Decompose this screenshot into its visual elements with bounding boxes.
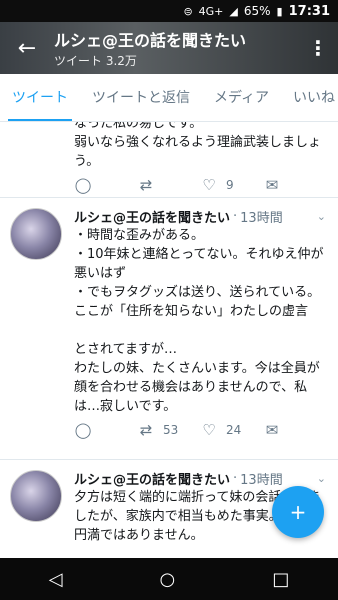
recents-square-icon[interactable]: □ [272, 569, 289, 590]
settings-icon: ⊜ [183, 4, 193, 18]
tweet-text: ・時間な歪みがある。 ・10年妹と連絡とってない。それゆえ仲が悪いはず ・でもヲ… [74, 228, 324, 414]
tab-media[interactable]: メディア [202, 74, 281, 121]
battery-percent: 65% [243, 4, 271, 18]
page-title: ルシェ@王の話を聞きたい [54, 31, 247, 50]
separator-dot: · [233, 470, 238, 486]
mail-icon: ✉ [265, 421, 279, 439]
feather-plus-icon: + [289, 500, 307, 524]
tab-tweets-and-replies[interactable]: ツイートと返信 [80, 74, 202, 121]
tweet-count: ツイート 3.2万 [54, 54, 137, 68]
like-count: 9 [226, 178, 234, 192]
retweet-count: 53 [163, 423, 179, 437]
tweet-actions: ◯ ⇄ ♡ 9 ✉ [74, 171, 326, 199]
tab-likes[interactable]: いいね [281, 74, 338, 121]
signal-icon: ◢ [229, 4, 238, 18]
tweet-header: ルシェ@王の話を聞きたい · 13時間 ⌄ [74, 468, 326, 488]
battery-icon: ▮ [276, 4, 283, 18]
heart-icon: ♡ [202, 176, 216, 194]
tweet-time: 13時間 [240, 472, 283, 488]
like-button[interactable]: ♡ 24 [200, 421, 263, 439]
back-triangle-icon[interactable]: ◁ [49, 569, 63, 590]
profile-tabs: ツイート ツイートと返信 メディア いいね [0, 74, 338, 122]
retweet-button[interactable]: ⇄ [137, 176, 200, 194]
mail-icon: ✉ [265, 176, 279, 194]
tweet-time: 13時間 [240, 210, 283, 226]
dm-button[interactable]: ✉ [263, 176, 326, 194]
compose-tweet-button[interactable]: + [272, 486, 324, 538]
more-options-icon[interactable]: ⋮ [298, 36, 338, 60]
home-circle-icon[interactable]: ○ [160, 569, 176, 590]
app-bar: ← ルシェ@王の話を聞きたい ツイート 3.2万 ⋮ [0, 22, 338, 74]
user-name[interactable]: ルシェ@王の話を聞きたい [74, 207, 230, 226]
heart-icon: ♡ [202, 421, 216, 439]
tweet-actions: ◯ ⇄ 53 ♡ 24 ✉ [74, 416, 326, 444]
avatar[interactable] [10, 470, 62, 522]
like-count: 24 [226, 423, 242, 437]
user-name[interactable]: ルシェ@王の話を聞きたい [74, 469, 230, 488]
back-arrow-icon[interactable]: ← [0, 36, 54, 61]
avatar[interactable] [10, 208, 62, 260]
title-block: ルシェ@王の話を聞きたい ツイート 3.2万 [54, 27, 298, 69]
chevron-down-icon[interactable]: ⌄ [317, 210, 326, 223]
reply-button[interactable]: ◯ [74, 176, 137, 194]
chevron-down-icon[interactable]: ⌄ [317, 472, 326, 485]
tweet-header: ルシェ@王の話を聞きたい · 13時間 ⌄ [74, 206, 326, 226]
reply-icon: ◯ [74, 421, 92, 439]
dm-button[interactable]: ✉ [263, 421, 326, 439]
tweet-item[interactable]: ルシェ@王の話を聞きたい · 13時間 ⌄ ・時間な歪みがある。 ・10年妹と連… [0, 198, 338, 460]
like-button[interactable]: ♡ 9 [200, 176, 263, 194]
clock: 17:31 [288, 3, 330, 19]
tweet-item[interactable]: なった私の易しです。 弱いなら強くなれるよう理論武装しましょう。 ◯ ⇄ ♡ 9 … [0, 122, 338, 198]
reply-button[interactable]: ◯ [74, 421, 137, 439]
retweet-button[interactable]: ⇄ 53 [137, 421, 200, 439]
retweet-icon: ⇄ [139, 176, 153, 194]
reply-icon: ◯ [74, 176, 92, 194]
system-nav-bar: ◁ ○ □ [0, 558, 338, 600]
signal-4g-icon: 4G+ [198, 4, 224, 18]
tweet-text: なった私の易しです。 弱いなら強くなれるよう理論武装しましょう。 [74, 122, 322, 169]
status-bar: ⊜ 4G+ ◢ 65% ▮ 17:31 [0, 0, 338, 22]
retweet-icon: ⇄ [139, 421, 153, 439]
separator-dot: · [233, 208, 238, 224]
tab-tweets[interactable]: ツイート [0, 74, 80, 121]
